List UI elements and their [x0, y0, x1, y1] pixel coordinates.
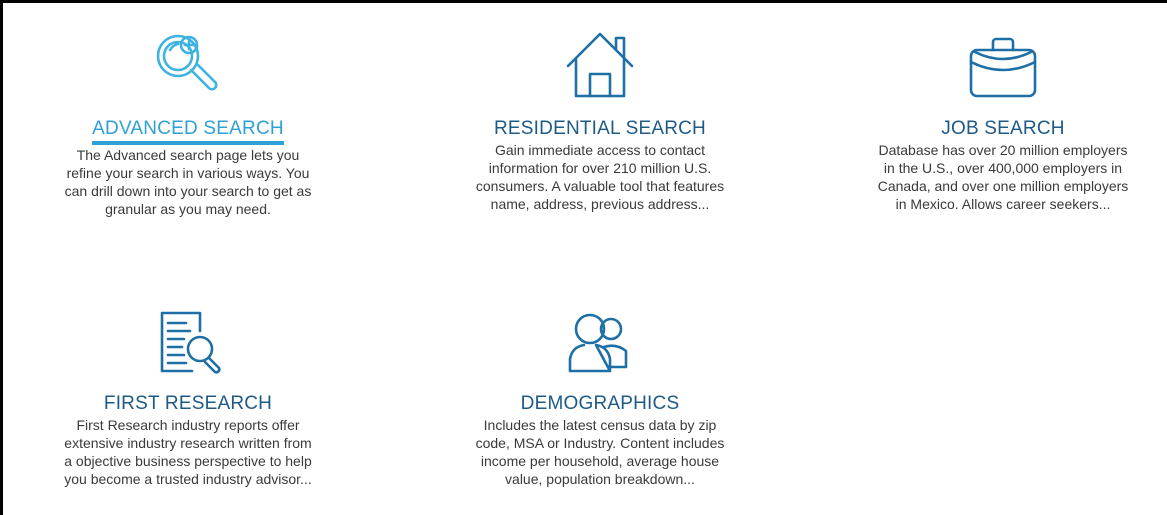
description-line: in the U.S., over 400,000 employers in: [883, 160, 1123, 176]
first-research-description: First Research industry reports offer ex…: [28, 416, 348, 488]
residential-search-description: Gain immediate access to contact informa…: [440, 141, 760, 213]
description-line: granular as you may need.: [105, 201, 271, 217]
description-line: extensive industry research written from: [64, 435, 312, 451]
house-icon: [560, 28, 640, 108]
first-research-card[interactable]: FIRST RESEARCH First Research industry r…: [28, 303, 348, 488]
first-research-title[interactable]: FIRST RESEARCH: [104, 393, 272, 415]
description-line: a objective business perspective to help: [64, 453, 312, 469]
advanced-search-description: The Advanced search page lets you refine…: [28, 146, 348, 218]
description-line: Canada, and over one million employers: [877, 178, 1129, 194]
briefcase-icon: [963, 28, 1043, 108]
demographics-description: Includes the latest census data by zip c…: [440, 416, 760, 488]
description-line: Database has over 20 million employers: [878, 142, 1128, 158]
residential-search-card[interactable]: RESIDENTIAL SEARCH Gain immediate access…: [440, 28, 760, 213]
advanced-search-card[interactable]: ADVANCED SEARCH The Advanced search page…: [28, 28, 348, 218]
description-line: value, population breakdown...: [505, 471, 695, 487]
job-search-card[interactable]: JOB SEARCH Database has over 20 million …: [843, 28, 1163, 213]
description-line: First Research industry reports offer: [76, 417, 300, 433]
document-search-icon: [148, 303, 228, 383]
people-icon: [560, 303, 640, 383]
magnifier-icon: [148, 28, 228, 108]
advanced-search-title[interactable]: ADVANCED SEARCH: [92, 118, 284, 145]
description-line: information for over 210 million U.S.: [488, 160, 712, 176]
residential-search-title[interactable]: RESIDENTIAL SEARCH: [494, 118, 706, 140]
demographics-card[interactable]: DEMOGRAPHICS Includes the latest census …: [440, 303, 760, 488]
search-options-panel: ADVANCED SEARCH The Advanced search page…: [0, 0, 1167, 515]
description-line: in Mexico. Allows career seekers...: [895, 196, 1111, 212]
description-line: The Advanced search page lets you: [76, 147, 300, 163]
description-line: you become a trusted industry advisor...: [64, 471, 312, 487]
description-line: Gain immediate access to contact: [494, 142, 706, 158]
demographics-title[interactable]: DEMOGRAPHICS: [521, 393, 680, 415]
description-line: consumers. A valuable tool that features: [475, 178, 725, 194]
description-line: name, address, previous address...: [490, 196, 710, 212]
description-line: code, MSA or Industry. Content includes: [475, 435, 725, 451]
description-line: can drill down into your search to get a…: [64, 183, 312, 199]
description-line: refine your search in various ways. You: [66, 165, 310, 181]
description-line: income per household, average house: [480, 453, 720, 469]
job-search-title[interactable]: JOB SEARCH: [941, 118, 1064, 140]
description-line: Includes the latest census data by zip: [483, 417, 717, 433]
job-search-description: Database has over 20 million employers i…: [843, 141, 1163, 213]
